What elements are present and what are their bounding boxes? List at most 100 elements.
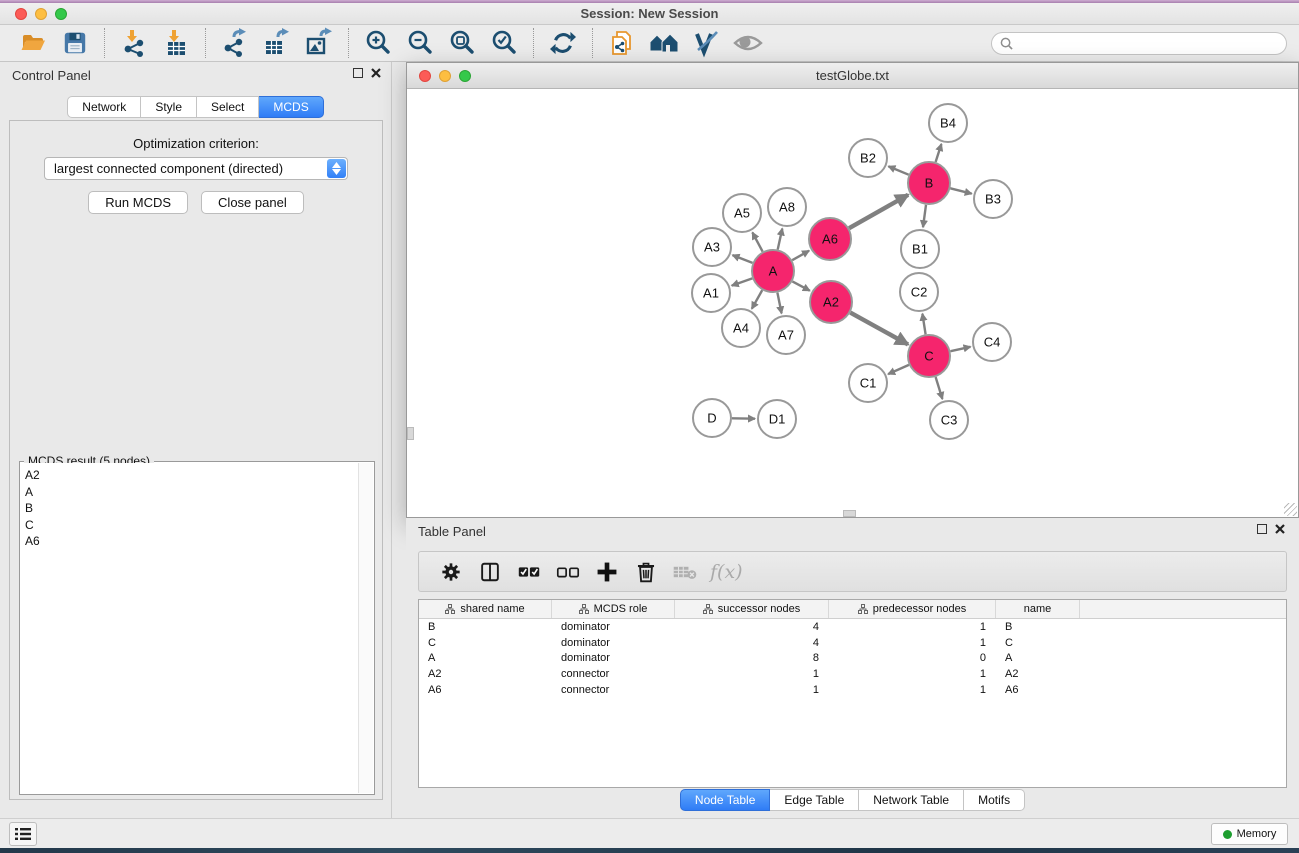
cell-name[interactable]: B: [996, 619, 1080, 635]
canvas-bottom-handle[interactable]: [843, 510, 856, 517]
edge-A-A5[interactable]: [752, 232, 762, 251]
mcds-result-item[interactable]: A2: [25, 467, 358, 484]
canvas-left-handle[interactable]: [407, 427, 414, 440]
close-table-panel-icon[interactable]: [1275, 524, 1285, 534]
float-table-panel-icon[interactable]: [1257, 524, 1267, 534]
cell-successor-nodes[interactable]: 1: [675, 682, 829, 698]
cell-shared-name[interactable]: A: [419, 651, 552, 667]
show-columns-button[interactable]: [472, 555, 508, 589]
node-table[interactable]: shared nameMCDS rolesuccessor nodesprede…: [418, 599, 1287, 788]
cell-shared-name[interactable]: A6: [419, 682, 552, 698]
clone-network-button[interactable]: [605, 27, 639, 59]
edge-A-A4[interactable]: [752, 290, 762, 309]
open-session-button[interactable]: [16, 27, 50, 59]
zoom-in-button[interactable]: [361, 27, 395, 59]
cell-predecessor-nodes[interactable]: 1: [829, 666, 996, 682]
show-hide-button[interactable]: [731, 27, 765, 59]
edge-A6-B[interactable]: [849, 195, 908, 228]
show-all-networks-button[interactable]: [647, 27, 681, 59]
cell-successor-nodes[interactable]: 8: [675, 651, 829, 667]
add-column-button[interactable]: [589, 555, 625, 589]
edge-A-A7[interactable]: [777, 293, 781, 314]
edge-C-C3[interactable]: [936, 377, 943, 399]
import-table-button[interactable]: [159, 27, 193, 59]
close-panel-button[interactable]: Close panel: [201, 191, 304, 214]
float-panel-icon[interactable]: [353, 68, 363, 78]
edge-B-B2[interactable]: [888, 166, 908, 174]
cell-shared-name[interactable]: C: [419, 635, 552, 651]
table-row[interactable]: Adominator80A: [419, 651, 1286, 667]
zoom-out-button[interactable]: [403, 27, 437, 59]
export-network-button[interactable]: [218, 27, 252, 59]
edge-C-C2[interactable]: [922, 314, 925, 335]
export-table-button[interactable]: [260, 27, 294, 59]
cell-shared-name[interactable]: B: [419, 619, 552, 635]
deselect-all-columns-button[interactable]: [550, 555, 586, 589]
cell-MCDS-role[interactable]: dominator: [552, 619, 675, 635]
close-panel-icon[interactable]: [371, 68, 381, 78]
import-network-button[interactable]: [117, 27, 151, 59]
task-history-button[interactable]: [9, 822, 37, 846]
search-input[interactable]: [1018, 34, 1286, 52]
edge-B-B4[interactable]: [936, 144, 942, 162]
table-row[interactable]: A2connector11A2: [419, 666, 1286, 682]
edge-B-B3[interactable]: [950, 188, 971, 193]
table-tab-node-table[interactable]: Node Table: [680, 789, 771, 811]
table-row[interactable]: A6connector11A6: [419, 682, 1286, 698]
column-header-MCDS-role[interactable]: MCDS role: [552, 600, 675, 618]
select-all-columns-button[interactable]: [511, 555, 547, 589]
cell-name[interactable]: A6: [996, 682, 1080, 698]
save-session-button[interactable]: [58, 27, 92, 59]
table-tab-edge-table[interactable]: Edge Table: [770, 789, 859, 811]
edge-C-C4[interactable]: [951, 347, 971, 351]
edge-A-A1[interactable]: [732, 278, 753, 285]
tab-network[interactable]: Network: [67, 96, 141, 118]
cell-MCDS-role[interactable]: dominator: [552, 635, 675, 651]
zoom-selected-button[interactable]: [487, 27, 521, 59]
column-header-successor-nodes[interactable]: successor nodes: [675, 600, 829, 618]
cell-name[interactable]: A: [996, 651, 1080, 667]
edge-A-A3[interactable]: [733, 255, 753, 263]
refresh-view-button[interactable]: [546, 27, 580, 59]
edge-C-C1[interactable]: [888, 365, 909, 374]
table-settings-button[interactable]: [433, 555, 469, 589]
mcds-list-scrollbar[interactable]: [358, 463, 373, 793]
mcds-result-item[interactable]: B: [25, 500, 358, 517]
edge-A-A2[interactable]: [792, 281, 809, 290]
table-row[interactable]: Bdominator41B: [419, 619, 1286, 635]
mcds-result-item[interactable]: C: [25, 517, 358, 534]
mcds-result-item[interactable]: A6: [25, 533, 358, 550]
cell-MCDS-role[interactable]: dominator: [552, 651, 675, 667]
cell-MCDS-role[interactable]: connector: [552, 682, 675, 698]
edge-B-B1[interactable]: [923, 205, 926, 227]
table-row[interactable]: Cdominator41C: [419, 635, 1286, 651]
window-resize-grip[interactable]: [1284, 503, 1297, 516]
cell-successor-nodes[interactable]: 4: [675, 619, 829, 635]
memory-button[interactable]: Memory: [1211, 823, 1288, 845]
delete-column-button[interactable]: [628, 555, 664, 589]
mcds-result-item[interactable]: A: [25, 484, 358, 501]
run-mcds-button[interactable]: Run MCDS: [88, 191, 188, 214]
toggle-vizmapper-button[interactable]: [689, 27, 723, 59]
optimization-criterion-select[interactable]: largest connected component (directed): [44, 157, 348, 180]
cell-predecessor-nodes[interactable]: 1: [829, 635, 996, 651]
cell-successor-nodes[interactable]: 4: [675, 635, 829, 651]
tab-select[interactable]: Select: [197, 96, 259, 118]
column-header-shared-name[interactable]: shared name: [419, 600, 552, 618]
table-tab-network-table[interactable]: Network Table: [859, 789, 964, 811]
column-header-name[interactable]: name: [996, 600, 1080, 618]
table-tab-motifs[interactable]: Motifs: [964, 789, 1025, 811]
cell-predecessor-nodes[interactable]: 0: [829, 651, 996, 667]
cell-name[interactable]: C: [996, 635, 1080, 651]
export-image-button[interactable]: [302, 27, 336, 59]
cell-predecessor-nodes[interactable]: 1: [829, 619, 996, 635]
cell-successor-nodes[interactable]: 1: [675, 666, 829, 682]
search-field[interactable]: [991, 32, 1287, 55]
zoom-fit-button[interactable]: [445, 27, 479, 59]
edge-A-A8[interactable]: [778, 229, 783, 250]
column-header-predecessor-nodes[interactable]: predecessor nodes: [829, 600, 996, 618]
cell-predecessor-nodes[interactable]: 1: [829, 682, 996, 698]
cell-name[interactable]: A2: [996, 666, 1080, 682]
edge-A2-C[interactable]: [850, 313, 908, 345]
tab-mcds[interactable]: MCDS: [259, 96, 323, 118]
